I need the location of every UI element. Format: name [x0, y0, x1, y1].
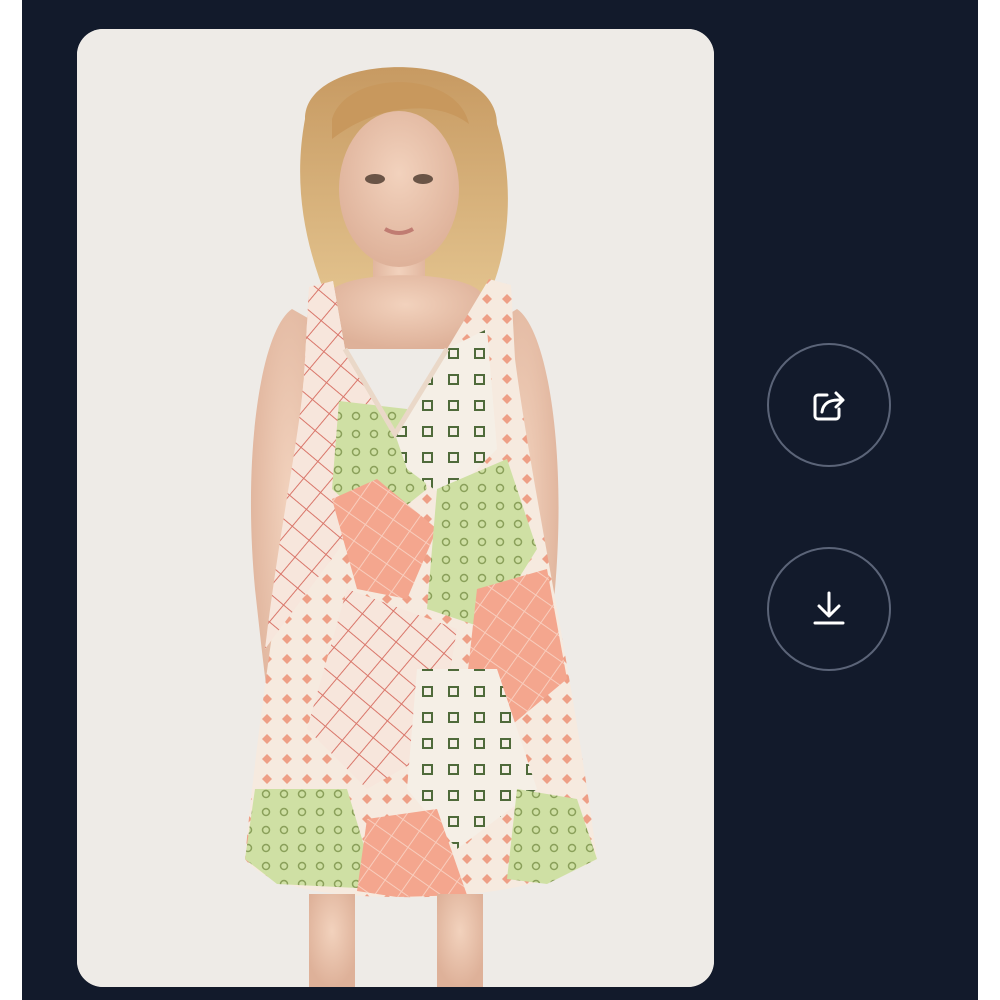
- product-image[interactable]: [77, 29, 714, 987]
- download-icon: [813, 591, 845, 625]
- product-photo: [77, 29, 714, 987]
- share-icon: [813, 391, 845, 421]
- share-button[interactable]: share: [767, 343, 891, 467]
- viewer-screen: share download: [22, 0, 978, 1000]
- download-button[interactable]: download: [767, 547, 891, 671]
